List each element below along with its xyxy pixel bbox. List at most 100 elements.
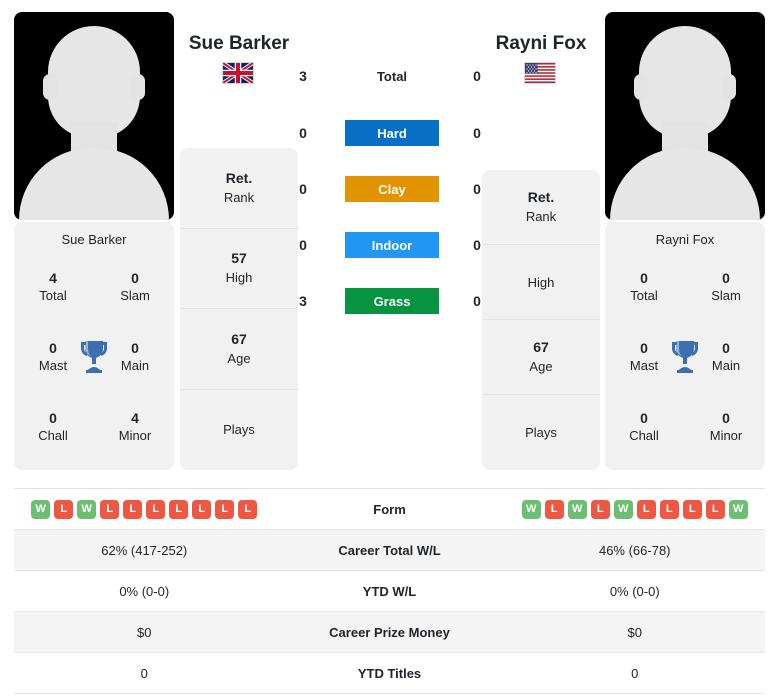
stat-value: 0 (131, 270, 139, 286)
stat-label: Chall (38, 428, 68, 443)
table-row-label: Career Total W/L (338, 542, 441, 558)
stat-total-right: 0 Total (611, 269, 677, 305)
form-badge-win[interactable]: W (77, 499, 97, 519)
player-titles-panel-right: Rayni Fox 0 Total 0 Slam 0 Mast 0 Main 0… (605, 222, 765, 470)
rank-cell-label: Age (529, 359, 553, 374)
form-badge-win[interactable]: W (613, 499, 633, 519)
player-name-right: Rayni Fox (495, 33, 587, 54)
stat-masters-right: 0 Mast (611, 339, 677, 375)
table-body: 62% (417-252) Career Total W/L 46% (66-78)… (14, 530, 765, 694)
stat-minor-right: 0 Minor (693, 409, 759, 445)
form-badge-loss[interactable]: L (544, 499, 564, 519)
form-badge-loss[interactable]: L (169, 499, 189, 519)
stat-label: Slam (120, 288, 150, 303)
table-row-label: YTD Titles (357, 665, 422, 681)
rank-cell-plays-right: Plays (482, 395, 600, 470)
form-badge-loss[interactable]: L (192, 499, 212, 519)
table-row-label: YTD W/L (362, 583, 417, 599)
table-row-label: Career Prize Money (329, 624, 450, 640)
rank-cell-value: 57 (231, 250, 247, 267)
avatar-silhouette-body-icon (19, 148, 169, 220)
us-flag-icon (524, 62, 556, 84)
table-cell-left: $0 (137, 624, 152, 640)
player-name-left: Sue Barker (188, 33, 290, 54)
table-cell-left: 62% (417-252) (101, 542, 188, 558)
form-badge-loss[interactable]: L (123, 499, 143, 519)
surface-badge-total[interactable]: Total (345, 63, 439, 89)
stat-value: 4 (49, 270, 57, 286)
rank-cell-plays-left: Plays (180, 390, 298, 471)
surface-score-right: 0 (473, 125, 481, 141)
rank-cell-rank-right: Ret. Rank (482, 170, 600, 245)
form-cell-left: WLWLLLLLLL (14, 499, 275, 519)
form-badge-loss[interactable]: L (682, 499, 702, 519)
panel-player-name-left: Sue Barker (61, 232, 127, 247)
rank-cell-value: 67 (533, 339, 549, 355)
titles-grid-right: 0 Total 0 Slam 0 Mast 0 Main 0 Chall 0 M… (605, 253, 765, 470)
form-strip-right: WLWLWLLLLW (505, 499, 766, 519)
rank-cell-value: 67 (231, 330, 247, 347)
gb-flag-icon (222, 62, 254, 84)
rank-cell-high-right: High (482, 245, 600, 320)
form-badge-loss[interactable]: L (705, 499, 725, 519)
rank-cell-value: Ret. (225, 169, 253, 186)
player-comparison-page: Sue Barker 4 Total 0 Slam 0 Mast 0 Main (0, 0, 779, 699)
avatar-silhouette-ear-right-icon (131, 74, 145, 100)
rank-cell-rank-left: Ret. Rank (180, 148, 298, 229)
stat-challenger-right: 0 Chall (611, 409, 677, 445)
comparison-stats-table: WLWLLLLLLL Form WLWLWLLLLW 62% (417-252)… (14, 488, 765, 694)
table-row: 0% (0-0) YTD W/L 0% (0-0) (14, 571, 765, 612)
form-badge-win[interactable]: W (728, 499, 748, 519)
stat-value: 0 (49, 410, 57, 426)
form-badge-loss[interactable]: L (146, 499, 166, 519)
rank-cell-label: Plays (525, 425, 557, 440)
form-badge-loss[interactable]: L (100, 499, 120, 519)
titles-grid-left: 4 Total 0 Slam 0 Mast 0 Main 0 Chall 4 M… (14, 253, 174, 470)
table-row: 0 YTD Titles 0 (14, 653, 765, 694)
stat-value: 0 (640, 270, 648, 286)
form-badge-loss[interactable]: L (215, 499, 235, 519)
surface-score-right: 0 (473, 293, 481, 309)
stat-value: 0 (640, 410, 648, 426)
table-row: $0 Career Prize Money $0 (14, 612, 765, 653)
rank-column-left: Ret. Rank 57 High 67 Age Plays (180, 148, 298, 470)
stat-label: Minor (709, 428, 743, 443)
form-badge-loss[interactable]: L (636, 499, 656, 519)
surface-score-left: 0 (299, 237, 307, 253)
table-cell-right: 46% (66-78) (598, 542, 671, 558)
stat-label: Mast (629, 358, 659, 373)
surface-row-indoor: 0 Indoor 0 (299, 232, 481, 258)
surface-row-grass: 3 Grass 0 (299, 288, 481, 314)
form-badge-loss[interactable]: L (238, 499, 258, 519)
rank-cell-label: Age (227, 350, 251, 366)
rank-column-right: Ret. Rank High 67 Age Plays (482, 170, 600, 470)
surface-row-hard: 0 Hard 0 (299, 120, 481, 146)
stat-challenger-left: 0 Chall (20, 409, 86, 445)
surface-badge-grass[interactable]: Grass (345, 288, 439, 314)
form-badge-loss[interactable]: L (54, 499, 74, 519)
row-label-form: Form (373, 501, 406, 517)
surface-badge-clay[interactable]: Clay (345, 176, 439, 202)
form-badge-loss[interactable]: L (659, 499, 679, 519)
surface-badge-hard[interactable]: Hard (345, 120, 439, 146)
form-badge-win[interactable]: W (31, 499, 51, 519)
form-badge-win[interactable]: W (567, 499, 587, 519)
rank-cell-high-left: 57 High (180, 229, 298, 309)
panel-player-name-right: Rayni Fox (655, 232, 715, 247)
stat-label: Slam (711, 288, 741, 303)
form-badge-win[interactable]: W (521, 499, 541, 519)
form-badge-loss[interactable]: L (590, 499, 610, 519)
surface-badge-indoor[interactable]: Indoor (345, 232, 439, 258)
stat-value: 0 (722, 410, 730, 426)
table-cell-right: 0 (631, 665, 639, 681)
stat-label: Main (120, 358, 150, 373)
stat-masters-left: 0 Mast (20, 339, 86, 375)
trophy-icon (81, 341, 107, 373)
form-strip-left: WLWLLLLLLL (14, 499, 275, 519)
stat-label: Total (39, 288, 67, 303)
stat-value: 0 (131, 340, 139, 356)
avatar-photo-left (14, 12, 174, 220)
player-avatar-card-right (605, 12, 765, 220)
surface-score-right: 0 (473, 181, 481, 197)
stat-slam-left: 0 Slam (102, 269, 168, 305)
